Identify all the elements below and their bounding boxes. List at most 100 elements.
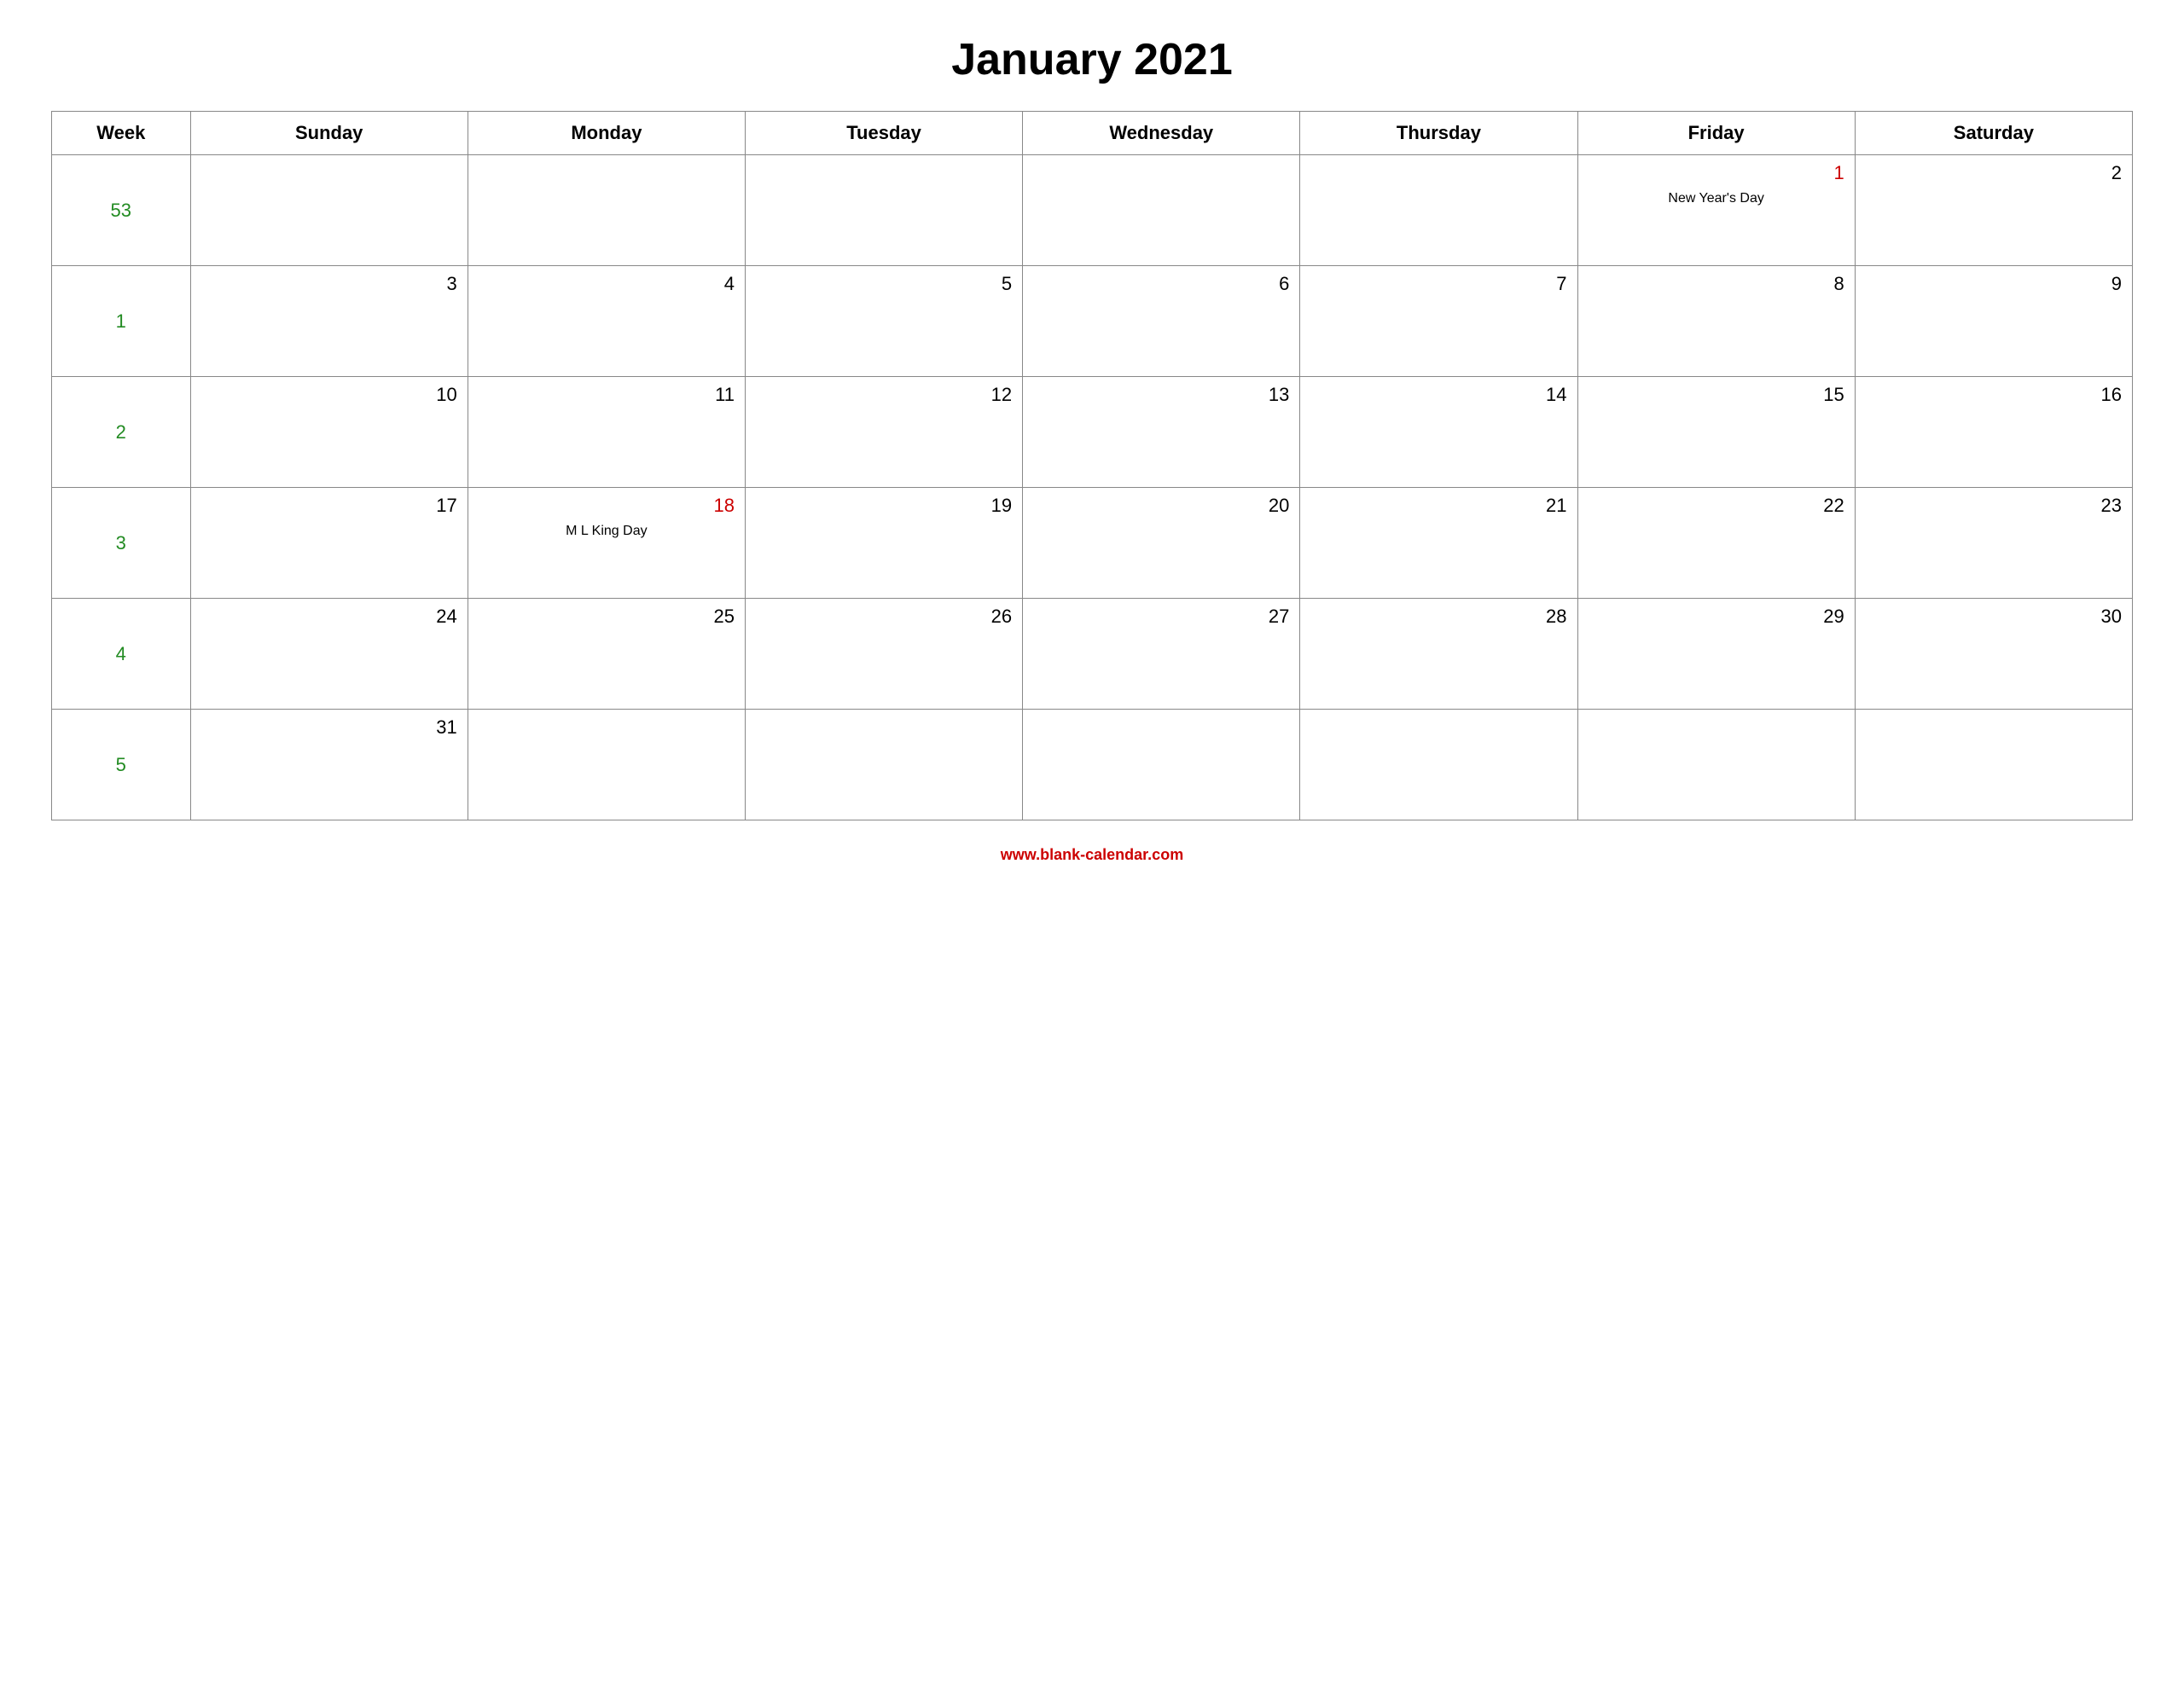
day-number: 23 bbox=[1866, 495, 2122, 517]
day-number: 14 bbox=[1310, 384, 1566, 406]
week-number: 2 bbox=[116, 421, 126, 443]
page-title: January 2021 bbox=[951, 34, 1233, 85]
day-cell-tuesday bbox=[745, 155, 1022, 266]
day-cell-tuesday: 5 bbox=[745, 266, 1022, 377]
week-number: 5 bbox=[116, 754, 126, 775]
day-cell-friday: 22 bbox=[1577, 488, 1855, 599]
column-header-friday: Friday bbox=[1577, 112, 1855, 155]
day-cell-thursday: 28 bbox=[1300, 599, 1577, 710]
day-number: 4 bbox=[479, 273, 735, 295]
calendar-row: 53 1 New Year's Day 2 bbox=[52, 155, 2133, 266]
footer: www.blank-calendar.com bbox=[1001, 846, 1183, 864]
day-cell-saturday: 30 bbox=[1855, 599, 2132, 710]
calendar-row: 1 34567 89 bbox=[52, 266, 2133, 377]
holiday-label: New Year's Day bbox=[1589, 189, 1844, 208]
day-number: 31 bbox=[201, 716, 457, 739]
day-cell-tuesday: 19 bbox=[745, 488, 1022, 599]
day-cell-wednesday bbox=[1023, 710, 1300, 820]
day-number: 5 bbox=[756, 273, 1012, 295]
week-number-cell: 4 bbox=[52, 599, 191, 710]
day-cell-saturday: 2 bbox=[1855, 155, 2132, 266]
day-cell-saturday: 23 bbox=[1855, 488, 2132, 599]
day-cell-thursday bbox=[1300, 710, 1577, 820]
day-number: 25 bbox=[479, 606, 735, 628]
holiday-label: M L King Day bbox=[479, 522, 735, 541]
calendar-table: WeekSundayMondayTuesdayWednesdayThursday… bbox=[51, 111, 2133, 820]
week-number: 1 bbox=[116, 310, 126, 332]
day-number: 16 bbox=[1866, 384, 2122, 406]
day-cell-wednesday: 6 bbox=[1023, 266, 1300, 377]
day-number: 7 bbox=[1310, 273, 1566, 295]
day-number: 29 bbox=[1589, 606, 1844, 628]
day-cell-tuesday: 12 bbox=[745, 377, 1022, 488]
day-cell-saturday bbox=[1855, 710, 2132, 820]
column-header-week: Week bbox=[52, 112, 191, 155]
column-header-tuesday: Tuesday bbox=[745, 112, 1022, 155]
day-number: 20 bbox=[1033, 495, 1289, 517]
day-number: 15 bbox=[1589, 384, 1844, 406]
week-number: 4 bbox=[116, 643, 126, 664]
column-header-wednesday: Wednesday bbox=[1023, 112, 1300, 155]
day-number: 1 bbox=[1589, 162, 1844, 184]
day-cell-monday bbox=[468, 710, 745, 820]
day-number: 8 bbox=[1589, 273, 1844, 295]
day-number: 11 bbox=[479, 384, 735, 406]
day-cell-wednesday bbox=[1023, 155, 1300, 266]
day-number: 24 bbox=[201, 606, 457, 628]
day-number: 18 bbox=[479, 495, 735, 517]
day-cell-sunday: 17 bbox=[190, 488, 468, 599]
day-number: 13 bbox=[1033, 384, 1289, 406]
day-number: 3 bbox=[201, 273, 457, 295]
day-number: 22 bbox=[1589, 495, 1844, 517]
day-cell-monday: 25 bbox=[468, 599, 745, 710]
day-cell-wednesday: 13 bbox=[1023, 377, 1300, 488]
day-cell-saturday: 16 bbox=[1855, 377, 2132, 488]
day-number: 9 bbox=[1866, 273, 2122, 295]
column-header-sunday: Sunday bbox=[190, 112, 468, 155]
calendar-row: 5 31 bbox=[52, 710, 2133, 820]
day-cell-friday: 15 bbox=[1577, 377, 1855, 488]
footer-link[interactable]: www.blank-calendar.com bbox=[1001, 846, 1183, 863]
day-cell-sunday: 3 bbox=[190, 266, 468, 377]
day-number: 2 bbox=[1866, 162, 2122, 184]
week-number-cell: 2 bbox=[52, 377, 191, 488]
day-cell-thursday: 7 bbox=[1300, 266, 1577, 377]
day-cell-monday: 4 bbox=[468, 266, 745, 377]
day-cell-wednesday: 20 bbox=[1023, 488, 1300, 599]
week-number-cell: 3 bbox=[52, 488, 191, 599]
day-cell-tuesday: 26 bbox=[745, 599, 1022, 710]
day-cell-saturday: 9 bbox=[1855, 266, 2132, 377]
calendar-row: 3 17 18 M L King Day 19 20 21 22 23 bbox=[52, 488, 2133, 599]
column-header-thursday: Thursday bbox=[1300, 112, 1577, 155]
week-number: 53 bbox=[111, 200, 131, 221]
day-number: 28 bbox=[1310, 606, 1566, 628]
column-header-monday: Monday bbox=[468, 112, 745, 155]
day-cell-sunday: 31 bbox=[190, 710, 468, 820]
day-cell-monday: 11 bbox=[468, 377, 745, 488]
day-cell-friday: 29 bbox=[1577, 599, 1855, 710]
day-cell-thursday: 14 bbox=[1300, 377, 1577, 488]
day-cell-thursday bbox=[1300, 155, 1577, 266]
day-cell-friday: 8 bbox=[1577, 266, 1855, 377]
day-cell-monday: 18 M L King Day bbox=[468, 488, 745, 599]
column-header-saturday: Saturday bbox=[1855, 112, 2132, 155]
day-number: 17 bbox=[201, 495, 457, 517]
week-number-cell: 53 bbox=[52, 155, 191, 266]
day-cell-sunday: 24 bbox=[190, 599, 468, 710]
week-number: 3 bbox=[116, 532, 126, 554]
day-cell-tuesday bbox=[745, 710, 1022, 820]
day-number: 21 bbox=[1310, 495, 1566, 517]
day-cell-sunday bbox=[190, 155, 468, 266]
day-number: 12 bbox=[756, 384, 1012, 406]
week-number-cell: 1 bbox=[52, 266, 191, 377]
day-cell-thursday: 21 bbox=[1300, 488, 1577, 599]
day-cell-wednesday: 27 bbox=[1023, 599, 1300, 710]
day-number: 30 bbox=[1866, 606, 2122, 628]
calendar-row: 4 24 25 26 27 28 29 30 bbox=[52, 599, 2133, 710]
day-number: 6 bbox=[1033, 273, 1289, 295]
day-number: 27 bbox=[1033, 606, 1289, 628]
day-number: 10 bbox=[201, 384, 457, 406]
day-cell-friday bbox=[1577, 710, 1855, 820]
day-cell-sunday: 10 bbox=[190, 377, 468, 488]
day-cell-monday bbox=[468, 155, 745, 266]
